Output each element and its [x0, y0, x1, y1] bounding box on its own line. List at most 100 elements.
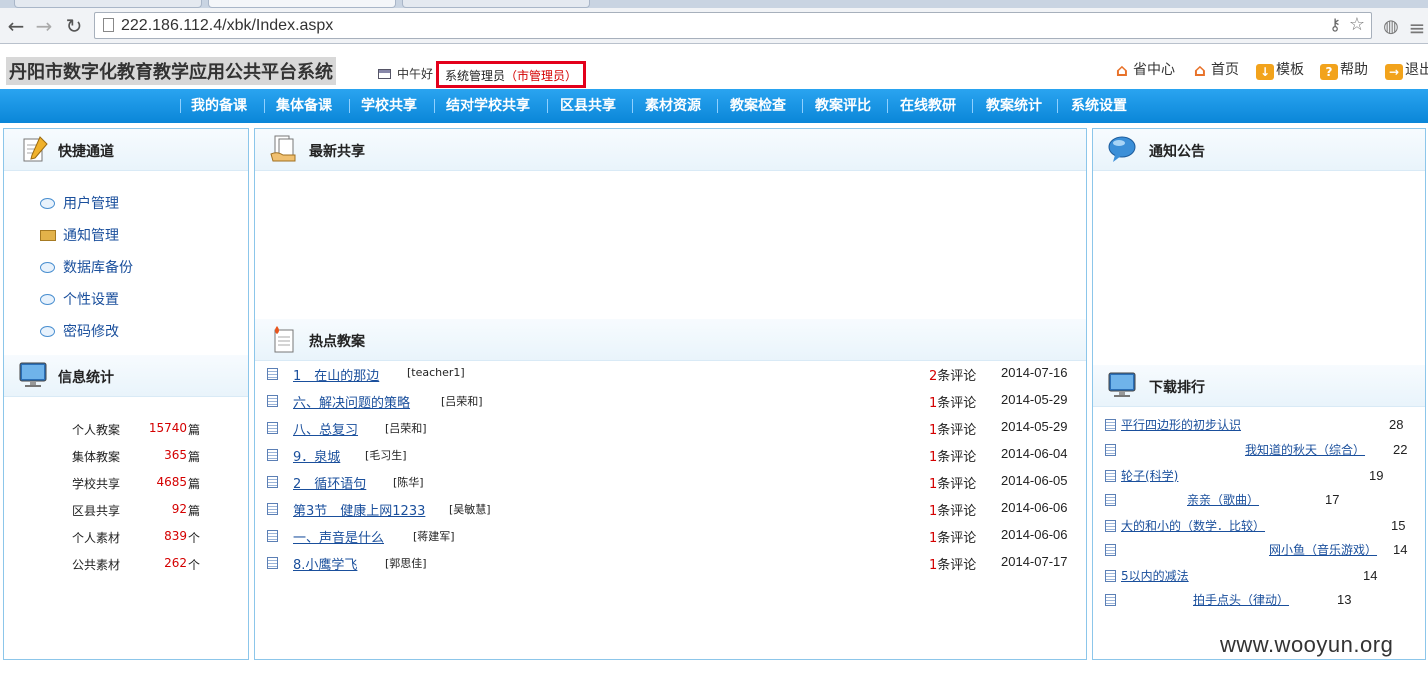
- download-row: 轮子(科学) 19: [1093, 467, 1427, 487]
- hot-lesson-author: [蒋建军]: [413, 530, 455, 543]
- exit-icon: →: [1385, 64, 1403, 80]
- comment-suffix: 条评论: [937, 558, 977, 573]
- download-link[interactable]: 平行四边形的初步认识: [1121, 416, 1241, 433]
- site-header: 丹阳市数字化教育教学应用公共平台系统 中午好 系统管理员（市管理员） ⌂ 省中心 …: [0, 45, 1428, 89]
- key-icon[interactable]: ⚷: [1329, 15, 1341, 34]
- nav-system-settings[interactable]: 系统设置: [1071, 89, 1127, 123]
- nav-my-lessons[interactable]: 我的备课: [191, 89, 247, 123]
- document-icon: [1105, 494, 1116, 506]
- watermark: www.wooyun.org: [1220, 632, 1394, 657]
- comment-suffix: 条评论: [937, 423, 977, 438]
- nav-materials[interactable]: 素材资源: [645, 89, 701, 123]
- link-template[interactable]: ↓ 模板: [1256, 59, 1304, 80]
- nav-district-share[interactable]: 区县共享: [560, 89, 616, 123]
- browser-tab[interactable]: [402, 0, 590, 8]
- nav-group-lessons[interactable]: 集体备课: [276, 89, 332, 123]
- download-row: 网小鱼（音乐游戏） 14: [1093, 541, 1427, 561]
- hot-lesson-row: 第3节 健康上网1233 [吴敏慧] 1条评论 2014-06-06: [255, 500, 1085, 520]
- nav-lesson-contest[interactable]: 教案评比: [815, 89, 871, 123]
- hot-lesson-author: [陈华]: [393, 476, 424, 489]
- hot-lesson-link[interactable]: 六、解决问题的策略: [293, 392, 410, 411]
- nav-separator: [434, 99, 435, 113]
- globe-icon[interactable]: ◍: [1380, 16, 1402, 38]
- notice-header: 通知公告: [1093, 129, 1425, 171]
- download-count: 14: [1363, 568, 1378, 583]
- download-row: 平行四边形的初步认识 28: [1093, 416, 1427, 436]
- download-link[interactable]: 我知道的秋天（综合）: [1245, 441, 1365, 458]
- hot-lesson-row: 8.小鹰学飞 [郭思佳] 1条评论 2014-07-17: [255, 554, 1085, 574]
- reload-icon[interactable]: ↻: [62, 14, 86, 38]
- hot-lesson-date: 2014-06-04: [1001, 446, 1068, 461]
- back-icon[interactable]: ←: [4, 14, 28, 38]
- download-icon: ↓: [1256, 64, 1274, 80]
- quick-user-management[interactable]: 用户管理: [40, 193, 119, 213]
- forward-icon[interactable]: →: [32, 14, 56, 38]
- speech-bubble-icon: [1108, 136, 1136, 162]
- download-link[interactable]: 亲亲（歌曲）: [1187, 491, 1259, 508]
- nav-separator: [547, 99, 548, 113]
- document-icon: [267, 503, 278, 515]
- hot-lesson-link[interactable]: 8.小鹰学飞: [293, 554, 357, 573]
- address-url[interactable]: 222.186.112.4/xbk/Index.aspx: [121, 17, 333, 35]
- link-province-center[interactable]: ⌂ 省中心: [1113, 59, 1175, 80]
- download-link[interactable]: 大的和小的（数学．比较）: [1121, 517, 1265, 534]
- stat-value: 15740: [148, 421, 187, 435]
- stat-value: 365: [164, 448, 187, 462]
- site-title: 丹阳市数字化教育教学应用公共平台系统: [6, 57, 336, 85]
- stat-label: 区县共享: [72, 504, 121, 518]
- user-role: （市管理员）: [505, 69, 578, 83]
- quick-label: 密码修改: [63, 324, 119, 340]
- menu-icon[interactable]: ≡: [1406, 16, 1428, 40]
- download-link[interactable]: 拍手点头（律动）: [1193, 591, 1289, 608]
- download-link[interactable]: 网小鱼（音乐游戏）: [1269, 541, 1377, 558]
- nav-lesson-stats[interactable]: 教案统计: [986, 89, 1042, 123]
- stat-unit: 个: [188, 558, 201, 572]
- comment-suffix: 条评论: [937, 531, 977, 546]
- hot-lesson-date: 2014-07-16: [1001, 365, 1068, 380]
- chat-bubble-icon: [40, 326, 55, 337]
- stat-value: 839: [164, 529, 187, 543]
- link-help[interactable]: ? 帮助: [1320, 59, 1368, 80]
- nav-separator: [717, 99, 718, 113]
- quick-notice-management[interactable]: 通知管理: [40, 225, 119, 245]
- quick-database-backup[interactable]: 数据库备份: [40, 257, 133, 277]
- hot-lesson-author: [吕荣和]: [441, 395, 483, 408]
- nav-online-research[interactable]: 在线教研: [900, 89, 956, 123]
- hot-lesson-author: [吴敏慧]: [449, 503, 491, 516]
- hot-lesson-link[interactable]: 一、声音是什么: [293, 527, 384, 546]
- monitor-icon: [1108, 372, 1136, 397]
- nav-lesson-check[interactable]: 教案检查: [730, 89, 786, 123]
- quick-label: 数据库备份: [63, 260, 133, 276]
- link-logout[interactable]: → 退出: [1385, 59, 1428, 80]
- hot-lesson-date: 2014-06-05: [1001, 473, 1068, 488]
- download-link[interactable]: 轮子(科学): [1121, 467, 1178, 484]
- stat-value: 92: [171, 502, 187, 516]
- browser-tab[interactable]: [14, 0, 202, 8]
- hot-lesson-link[interactable]: 1 在山的那边: [293, 365, 379, 384]
- bookmark-star-icon[interactable]: ☆: [1349, 14, 1365, 35]
- download-link[interactable]: 5以内的减法: [1121, 567, 1189, 584]
- download-count: 22: [1393, 442, 1408, 457]
- hot-lessons-title: 热点教案: [309, 334, 365, 350]
- document-icon: [267, 422, 278, 434]
- hot-lesson-link[interactable]: 2 循环语句: [293, 473, 366, 492]
- quick-change-password[interactable]: 密码修改: [40, 321, 119, 341]
- nav-separator: [972, 99, 973, 113]
- hot-lesson-link[interactable]: 八、总复习: [293, 419, 358, 438]
- download-count: 13: [1337, 592, 1352, 607]
- link-home[interactable]: ⌂ 首页: [1191, 59, 1239, 80]
- hot-lesson-author: [吕荣和]: [385, 422, 427, 435]
- page-icon: [103, 18, 114, 32]
- notice-title: 通知公告: [1149, 144, 1205, 160]
- hot-lesson-link[interactable]: 9．泉城: [293, 446, 340, 465]
- address-bar[interactable]: 222.186.112.4/xbk/Index.aspx ⚷ ☆: [94, 12, 1372, 39]
- quick-access-header: 快捷通道: [4, 129, 248, 171]
- hot-lesson-link[interactable]: 第3节 健康上网1233: [293, 500, 425, 519]
- quick-personal-settings[interactable]: 个性设置: [40, 289, 119, 309]
- stat-value: 4685: [156, 475, 187, 489]
- browser-tab-active[interactable]: [208, 0, 396, 8]
- nav-paired-school-share[interactable]: 结对学校共享: [446, 89, 530, 123]
- document-icon: [1105, 419, 1116, 431]
- nav-school-share[interactable]: 学校共享: [361, 89, 417, 123]
- download-count: 15: [1391, 518, 1406, 533]
